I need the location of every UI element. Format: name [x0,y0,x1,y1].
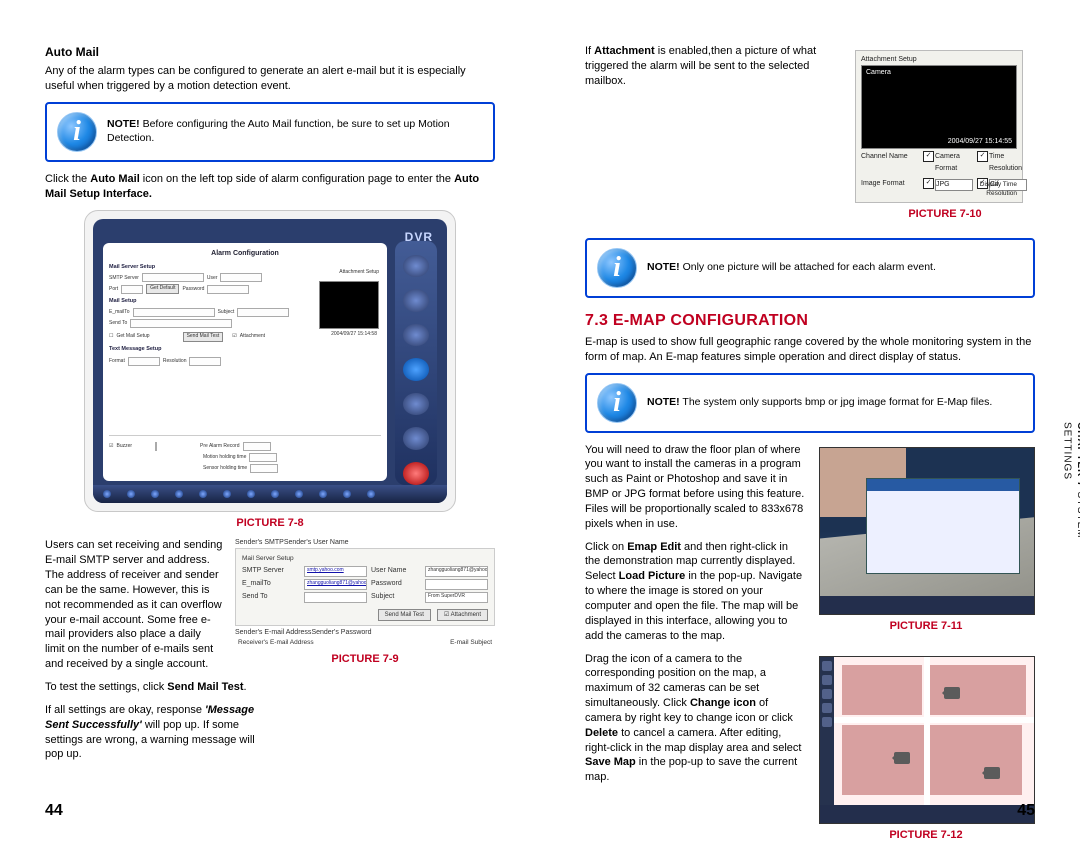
figure-7-12-caption: PICTURE 7-12 [817,828,1035,843]
figure-7-11 [819,447,1035,615]
camera-icon [894,752,910,764]
page-45: If Attachment is enabled,then a picture … [540,0,1080,834]
smtp-paragraph: Users can set receiving and sending E-ma… [45,538,223,672]
figure-7-8: DVR Alarm Configuration Mail Server Setu… [84,210,456,512]
emap-edit-paragraph: Click on Emap Edit and then right-click … [585,540,805,644]
automail-intro: Any of the alarm types can be configured… [45,64,495,94]
note-text: NOTE! Before configuring the Auto Mail f… [107,118,483,145]
figure-7-10: Attachment Setup Camera 2004/09/27 15:14… [855,50,1023,203]
test-instruction-1: To test the settings, click Send Mail Te… [45,680,495,695]
figure-7-9: Sender's SMTPSender's User Name Mail Ser… [235,538,495,648]
record-icon [403,462,429,485]
note-text: NOTE! Only one picture will be attached … [647,261,936,275]
info-icon: i [597,383,637,423]
draw-floorplan-paragraph: You will need to draw the floor plan of … [585,443,805,532]
figure-7-11-caption: PICTURE 7-11 [817,619,1035,634]
page-number-left: 44 [45,800,63,822]
camera-icon [944,687,960,699]
figure-7-10-caption: PICTURE 7-10 [855,207,1035,222]
figure-7-8-caption: PICTURE 7-8 [45,516,495,531]
info-icon: i [597,248,637,288]
attachment-preview [319,281,379,329]
note-text: NOTE! The system only supports bmp or jp… [647,396,992,410]
note-bmp-jpg: i NOTE! The system only supports bmp or … [585,373,1035,433]
emap-intro: E-map is used to show full geographic ra… [585,335,1035,365]
camera-icon [984,767,1000,779]
automail-heading: Auto Mail [45,44,495,60]
page-44: Auto Mail Any of the alarm types can be … [0,0,540,834]
section-7-3-heading: 7.3 E-MAP CONFIGURATION [585,310,1035,332]
figure-7-12 [819,656,1035,824]
dvr-side-controls [395,241,437,485]
attachment-paragraph: If Attachment is enabled,then a picture … [585,44,843,89]
note-one-picture: i NOTE! Only one picture will be attache… [585,238,1035,298]
note-motion-detection: i NOTE! Before configuring the Auto Mail… [45,102,495,162]
page-number-right: 45 [1017,800,1035,822]
automail-click-instruction: Click the Auto Mail icon on the left top… [45,172,495,202]
test-instruction-2: If all settings are okay, response 'Mess… [45,703,265,762]
drag-camera-paragraph: Drag the icon of a camera to the corresp… [585,652,805,786]
chapter-side-tab: CHAPTER 7 SYSTEM SETTINGS [1054,418,1080,548]
figure-7-9-caption: PICTURE 7-9 [235,652,495,667]
play-icon [403,358,429,381]
info-icon: i [57,112,97,152]
